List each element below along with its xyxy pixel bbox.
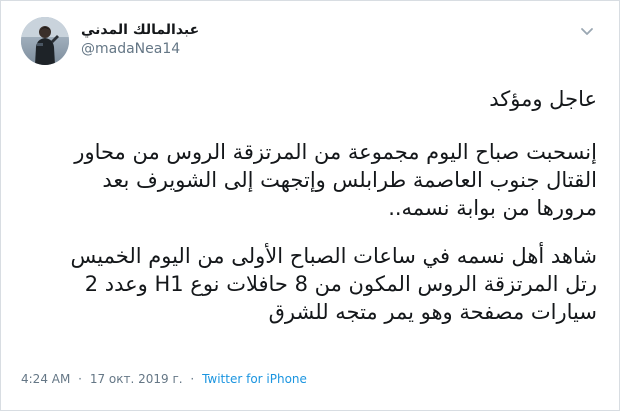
footer-separator: · — [190, 372, 195, 386]
avatar[interactable] — [21, 17, 69, 65]
chevron-down-icon[interactable] — [577, 21, 597, 41]
tweet-date[interactable]: 17 окт. 2019 г. — [90, 372, 183, 386]
tweet-header: عبدالمالك المدني @madaNea14 — [15, 15, 605, 69]
tweet-paragraph-1: عاجل ومؤكد — [489, 87, 597, 111]
tweet-paragraph-2: إنسحبت صباح اليوم مجموعة من المرتزقة الر… — [74, 140, 597, 220]
user-handle[interactable]: @madaNea14 — [81, 39, 199, 59]
tweet-text: عاجل ومؤكد إنسحبت صباح اليوم مجموعة من ا… — [57, 85, 597, 326]
tweet-source-link[interactable]: Twitter for iPhone — [202, 372, 307, 386]
tweet-time[interactable]: 4:24 AM — [21, 372, 70, 386]
tweet-footer: 4:24 AM · 17 окт. 2019 г. · Twitter for … — [21, 371, 307, 387]
display-name[interactable]: عبدالمالك المدني — [81, 21, 199, 39]
user-block[interactable]: عبدالمالك المدني @madaNea14 — [81, 21, 199, 59]
tweet-card: عبدالمالك المدني @madaNea14 عاجل ومؤكد إ… — [0, 0, 620, 411]
user-avatar-photo-icon — [21, 17, 69, 65]
tweet-paragraph-3: شاهد أهل نسمه في ساعات الصباح الأولى من … — [70, 244, 597, 324]
footer-separator: · — [78, 372, 82, 386]
